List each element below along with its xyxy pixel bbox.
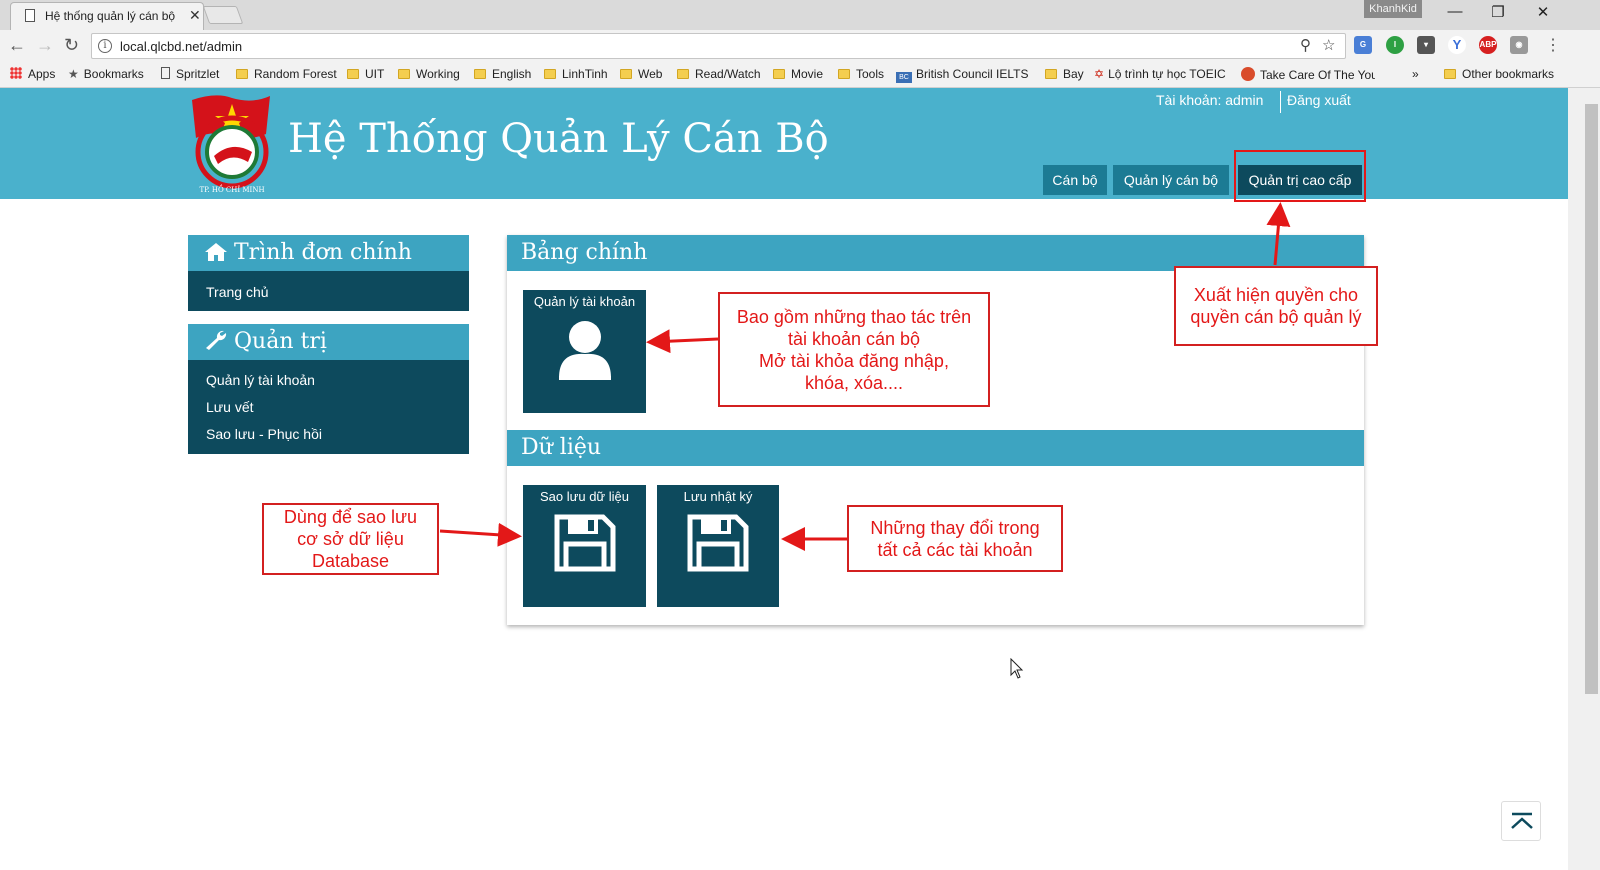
profile-badge[interactable]: KhanhKid [1364, 0, 1422, 18]
star-icon: ★ [68, 67, 79, 81]
cursor-icon [1010, 658, 1024, 679]
arrow [439, 522, 522, 547]
forward-icon[interactable]: → [36, 35, 54, 56]
new-tab-button[interactable] [202, 6, 244, 24]
star-badge-icon: ✡ [1094, 67, 1105, 81]
bookmark-folder[interactable]: Read/Watch [677, 67, 761, 83]
bookmark-toeic[interactable]: ✡ Lộ trình tự học TOEIC [1094, 67, 1226, 83]
adblock-icon[interactable]: ABP [1479, 36, 1497, 54]
address-bar[interactable]: i local.qlcbd.net/admin ⚲ ☆ [91, 33, 1346, 59]
bookmark-folder[interactable]: Movie [773, 67, 823, 83]
bookmark-spritzlet[interactable]: Spritzlet [161, 67, 219, 83]
bookmark-apps[interactable]: Apps [10, 67, 55, 83]
tab-strip: Hệ thống quản lý cán bộ ✕ KhanhKid — ❐ ✕ [0, 0, 1600, 30]
folder-icon [838, 69, 850, 79]
bookmarks-bar: Apps ★ Bookmarks Spritzlet Random Forest … [0, 61, 1600, 88]
folder-icon [236, 69, 248, 79]
annotation-arrows [439, 202, 1291, 551]
bookmark-take-care[interactable]: Take Care Of The Your [1241, 67, 1375, 83]
arrow [646, 329, 719, 354]
tab-close-icon[interactable]: ✕ [189, 7, 201, 24]
bookmark-bookmarks[interactable]: ★ Bookmarks [68, 67, 144, 83]
bookmark-folder[interactable]: English [474, 67, 531, 83]
window-close-icon[interactable]: ✕ [1528, 3, 1558, 21]
bookmark-british-council[interactable]: BC British Council IELTS C [896, 67, 1030, 83]
info-icon[interactable]: i [98, 39, 112, 53]
ieee-icon[interactable]: I [1386, 36, 1404, 54]
reload-icon[interactable]: ↻ [64, 35, 79, 56]
page-icon [161, 67, 170, 79]
menu-icon[interactable]: ⋮ [1545, 35, 1561, 55]
browser-toolbar: ← → ↻ i local.qlcbd.net/admin ⚲ ☆ G I ▾ … [0, 30, 1600, 61]
bookmark-folder[interactable]: Tools [838, 67, 884, 83]
arrow [1266, 202, 1291, 266]
browser-tab[interactable]: Hệ thống quản lý cán bộ ✕ [10, 2, 204, 30]
camera-icon[interactable]: ◉ [1510, 36, 1528, 54]
bookmark-folder[interactable]: Bay [1045, 67, 1084, 83]
bookmark-folder[interactable]: Working [398, 67, 460, 83]
folder-icon [1045, 69, 1057, 79]
pocket-icon[interactable]: ▾ [1417, 36, 1435, 54]
page-icon [25, 9, 35, 22]
url-text[interactable]: local.qlcbd.net/admin [120, 39, 242, 54]
site-icon [1241, 67, 1255, 81]
bookmark-folder[interactable]: UIT [347, 67, 384, 83]
web-page: TP. HỒ CHÍ MINH Hệ Thống Quản Lý Cán Bộ … [0, 88, 1568, 870]
folder-icon [474, 69, 486, 79]
translate-icon[interactable]: G [1354, 36, 1372, 54]
scrollbar-thumb[interactable] [1585, 104, 1598, 694]
british-council-icon: BC [896, 72, 912, 83]
folder-icon [347, 69, 359, 79]
tab-title: Hệ thống quản lý cán bộ [45, 9, 176, 23]
back-icon[interactable]: ← [8, 35, 26, 56]
restore-icon[interactable]: ❐ [1483, 3, 1513, 21]
folder-icon [544, 69, 556, 79]
apps-icon [10, 67, 22, 79]
vpn-icon[interactable]: Y [1448, 36, 1466, 54]
bookmark-other[interactable]: Other bookmarks [1444, 67, 1554, 83]
folder-icon [677, 69, 689, 79]
folder-icon [1444, 69, 1456, 79]
chevron-up-icon [1511, 812, 1533, 829]
zoom-icon[interactable]: ⚲ [1300, 36, 1311, 54]
bookmarks-overflow-icon[interactable]: » [1412, 67, 1419, 83]
bookmark-folder[interactable]: Random Forest [236, 67, 337, 83]
bookmark-folder[interactable]: LinhTinh [544, 67, 608, 83]
bookmark-folder[interactable]: Web [620, 67, 662, 83]
minimize-icon[interactable]: — [1440, 3, 1470, 20]
folder-icon [773, 69, 785, 79]
bookmark-star-icon[interactable]: ☆ [1322, 36, 1335, 54]
folder-icon [620, 69, 632, 79]
folder-icon [398, 69, 410, 79]
back-to-top-button[interactable] [1501, 801, 1541, 841]
